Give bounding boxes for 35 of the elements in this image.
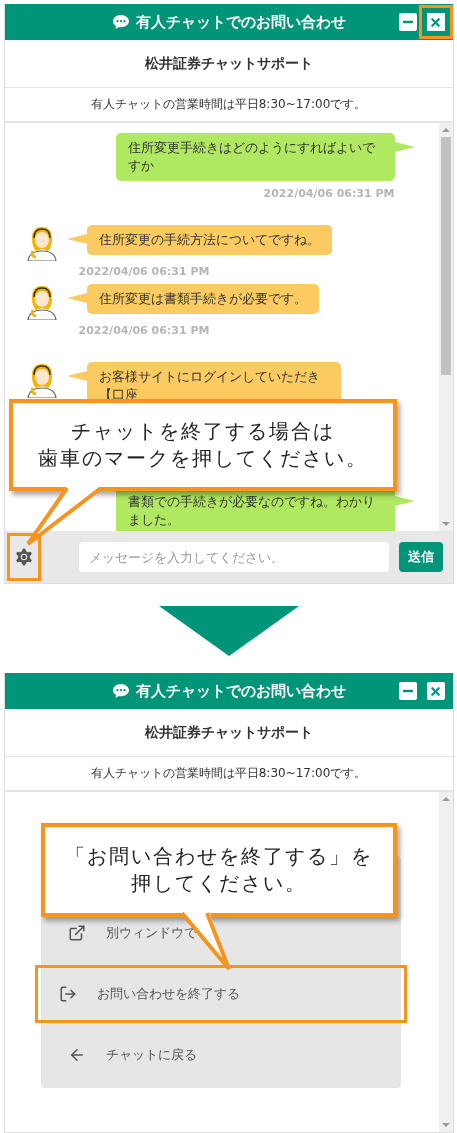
user-message: 住所変更手続きはどのようにすればよいですか <box>115 133 395 181</box>
operator-message: 住所変更の手続方法についてですね。 <box>86 225 332 255</box>
callout-text: 「お問い合わせを終了する」を <box>64 843 373 870</box>
message-timestamp: 2022/04/06 06:31 PM <box>78 265 210 278</box>
close-button[interactable] <box>418 5 453 39</box>
close-button[interactable] <box>426 682 445 700</box>
business-hours-notice: 有人チャットの営業時間は平日8:30~17:00です。 <box>4 88 453 123</box>
message-timestamp: 2022/04/06 06:31 PM <box>263 187 395 200</box>
message-timestamp: 2022/04/06 06:31 PM <box>78 324 210 337</box>
menu-item[interactable]: チャットに戻る <box>40 1026 401 1084</box>
close-icon <box>429 684 442 698</box>
chat-service-name: 松井証券チャットサポート <box>4 709 453 757</box>
close-icon <box>429 15 442 29</box>
window-title: 有人チャットでのお問い合わせ <box>135 681 346 701</box>
chat-service-name: 松井証券チャットサポート <box>4 40 453 88</box>
minimize-button[interactable] <box>398 682 417 700</box>
settings-button[interactable] <box>6 533 41 581</box>
send-button[interactable]: 送信 <box>398 542 443 572</box>
scrollbar[interactable] <box>438 792 453 1132</box>
minimize-button[interactable] <box>398 13 417 31</box>
chat-bubble-icon <box>111 682 130 700</box>
callout-text: 押してください。 <box>130 870 307 897</box>
scrollbar-thumb[interactable] <box>440 137 451 375</box>
scrollbar[interactable] <box>438 123 453 531</box>
operator-avatar-icon <box>24 225 59 261</box>
business-hours-notice: 有人チャットの営業時間は平日8:30~17:00です。 <box>4 757 453 792</box>
chat-bubble-icon <box>111 13 130 31</box>
callout-text: 歯車のマークを押してください。 <box>37 445 368 472</box>
operator-avatar-icon <box>24 284 59 320</box>
gear-icon <box>12 546 35 568</box>
window-title: 有人チャットでのお問い合わせ <box>135 12 346 32</box>
menu-item[interactable]: お問い合わせを終了する <box>34 965 407 1023</box>
operator-message: 住所変更は書類手続きが必要です。 <box>86 284 319 314</box>
external-link-icon <box>67 924 86 942</box>
exit-icon <box>58 985 77 1003</box>
